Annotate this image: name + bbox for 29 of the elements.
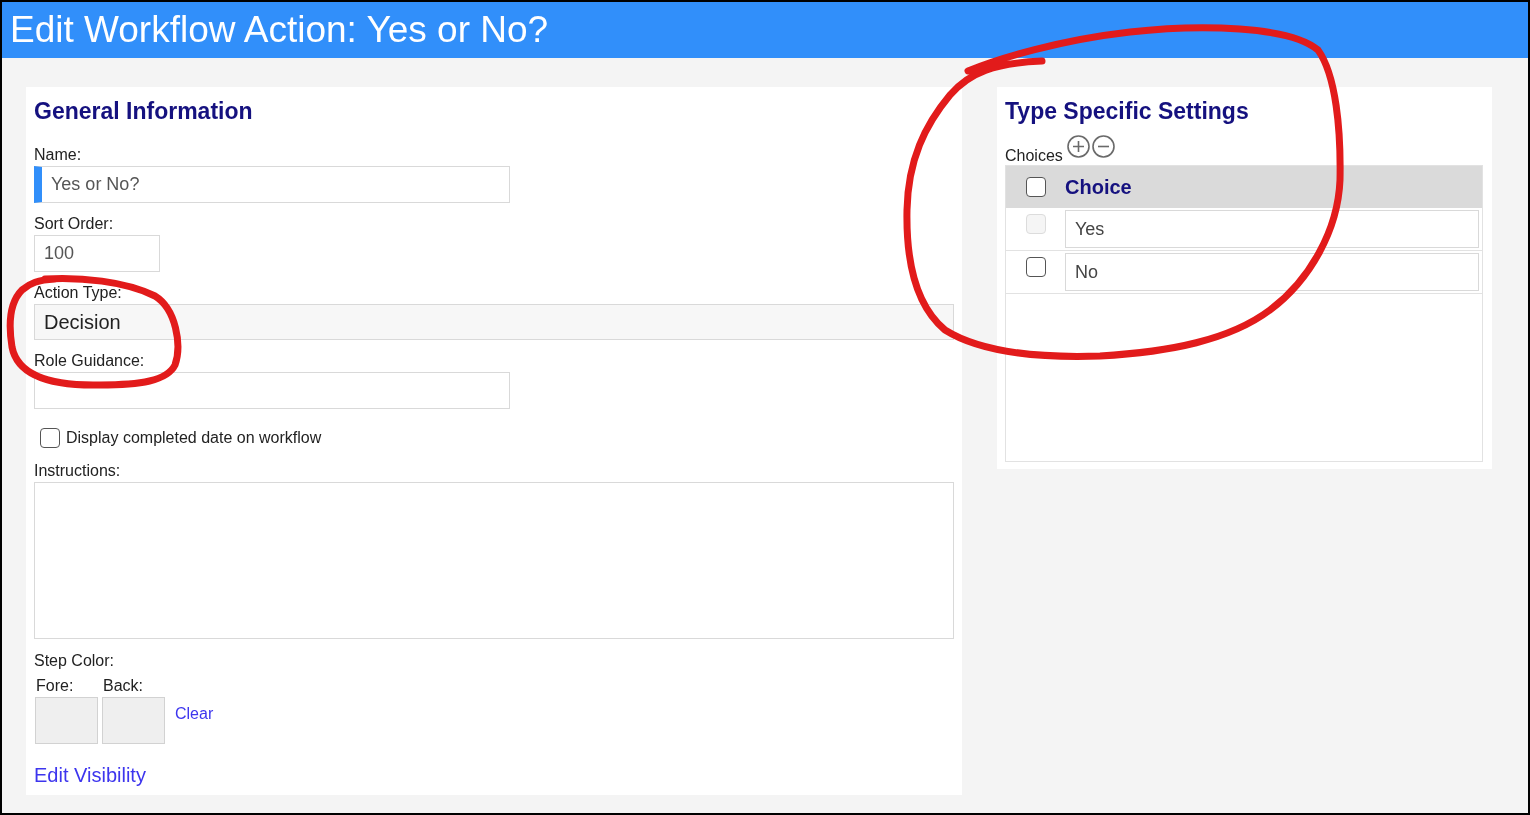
textarea-field[interactable] [34,482,954,639]
checkbox[interactable] [1026,257,1046,277]
section-heading: General Information [34,97,254,125]
color-picker-field[interactable] [35,697,98,744]
column-header: Choice [1065,175,1132,200]
edit-visibility-link[interactable]: Edit Visibility [34,763,146,787]
checkbox[interactable] [40,428,60,448]
color-picker-field[interactable] [102,697,165,744]
field-label: Step Color: [34,651,116,671]
plus-circle-icon[interactable] [1066,135,1090,158]
field-label: Name: [34,145,83,165]
field-label: Choices [1005,147,1063,165]
section-heading: Type Specific Settings [1005,97,1250,125]
field-label: Role Guidance: [34,351,146,371]
checkbox[interactable] [1026,177,1046,197]
minus-circle-icon[interactable] [1091,135,1115,158]
field-label: Action Type: [34,283,123,303]
text-field[interactable]: No [1065,253,1479,291]
field-label: Fore: [35,676,74,696]
field-label: Back: [102,676,143,696]
checkbox-label: Display completed date on workflow [66,428,322,448]
number-field[interactable]: 100 [34,235,160,272]
clear-link[interactable]: Clear [175,702,214,726]
text-field[interactable]: Yes or No? [34,166,510,203]
field-label: Instructions: [34,461,122,481]
field-label: Sort Order: [34,214,115,234]
text-field[interactable] [34,372,510,409]
readonly-field[interactable]: Decision [34,304,954,340]
window-title: Edit Workflow Action: Yes or No? [10,9,549,51]
